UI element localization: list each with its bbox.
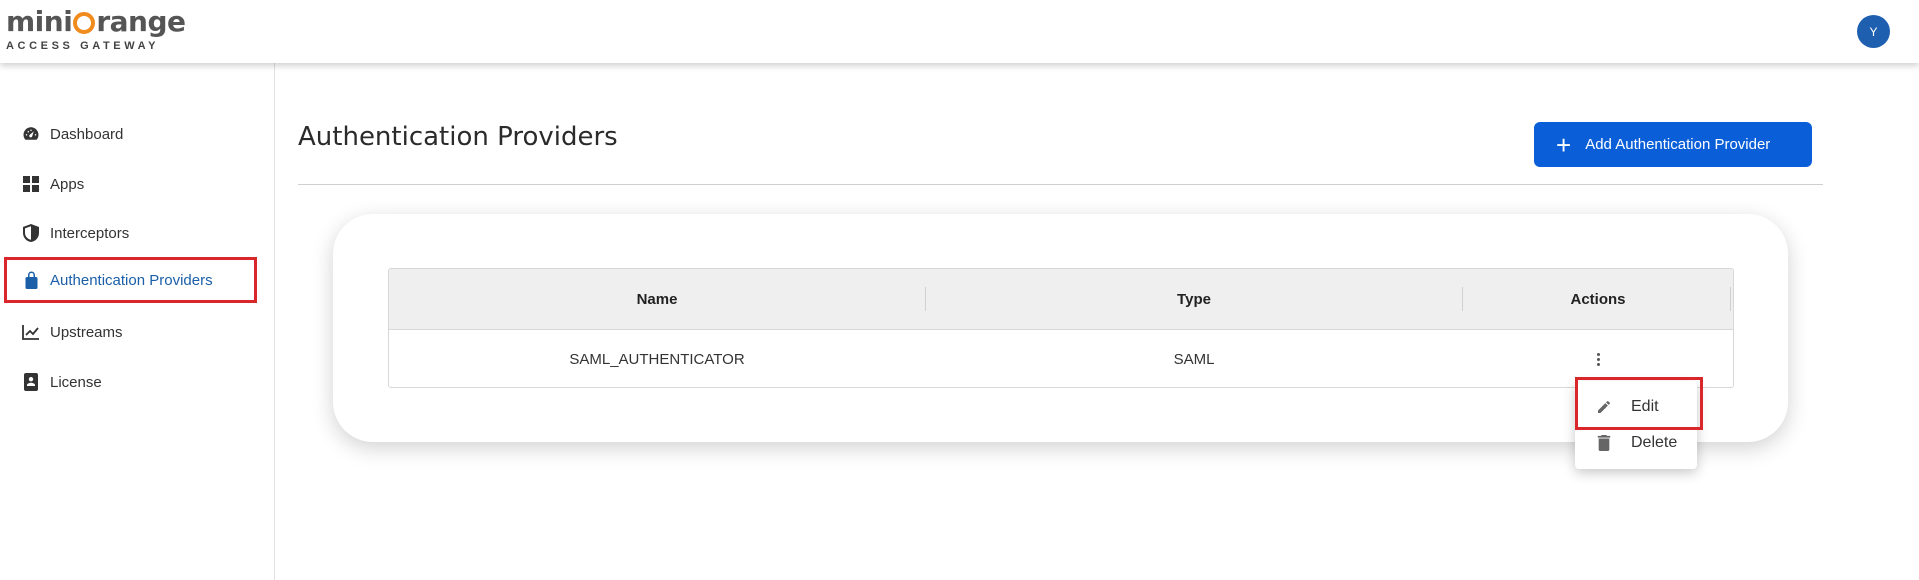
menu-item-delete[interactable]: Delete xyxy=(1575,425,1697,461)
logo-wordmark: mini range xyxy=(6,5,186,38)
license-badge-icon xyxy=(22,373,40,391)
table-header: Name Type Actions xyxy=(389,269,1733,330)
lock-icon xyxy=(22,271,40,289)
sidebar-item-apps[interactable]: Apps xyxy=(4,161,257,207)
column-header-actions: Actions xyxy=(1570,291,1626,308)
logo-text-right: range xyxy=(96,5,186,38)
sidebar-item-upstreams[interactable]: Upstreams xyxy=(4,309,257,355)
user-avatar[interactable]: Y xyxy=(1857,15,1890,48)
title-divider xyxy=(298,184,1823,185)
pencil-icon xyxy=(1595,398,1613,416)
menu-item-label: Delete xyxy=(1631,434,1678,451)
sidebar-item-label: Apps xyxy=(50,175,85,193)
cell-type: SAML xyxy=(1173,350,1215,368)
sidebar-item-interceptors[interactable]: Interceptors xyxy=(4,210,257,256)
logo-subtitle: ACCESS GATEWAY xyxy=(6,40,160,52)
cell-name: SAML_AUTHENTICATOR xyxy=(569,350,745,368)
actions-menu: Edit Delete xyxy=(1575,381,1697,469)
menu-item-edit[interactable]: Edit xyxy=(1575,389,1697,425)
sidebar-item-label: Authentication Providers xyxy=(50,271,213,289)
cell-actions xyxy=(1463,330,1733,387)
page-title: Authentication Providers xyxy=(298,122,618,152)
sidebar-item-authentication-providers[interactable]: Authentication Providers xyxy=(4,257,257,303)
sidebar-item-label: Upstreams xyxy=(50,323,123,341)
sidebar-item-label: Interceptors xyxy=(50,224,130,242)
add-authentication-provider-button[interactable]: + Add Authentication Provider xyxy=(1534,122,1812,167)
logo-o-icon xyxy=(73,12,96,34)
add-button-label: Add Authentication Provider xyxy=(1585,136,1771,153)
menu-item-label: Edit xyxy=(1631,398,1659,415)
dashboard-icon xyxy=(22,125,40,143)
apps-grid-icon xyxy=(22,175,40,193)
miniorange-logo[interactable]: mini range ACCESS GATEWAY xyxy=(6,5,186,53)
column-separator xyxy=(1730,287,1731,311)
sidebar-item-label: License xyxy=(50,373,102,391)
sidebar-item-dashboard[interactable]: Dashboard xyxy=(4,111,257,157)
trending-chart-icon xyxy=(22,323,40,341)
more-vertical-icon[interactable] xyxy=(1586,347,1610,371)
trash-icon xyxy=(1595,434,1613,452)
column-header-type[interactable]: Type xyxy=(926,269,1462,330)
sidebar: Dashboard Apps Interceptors Authenticati… xyxy=(0,63,275,580)
table-row: SAML_AUTHENTICATOR SAML xyxy=(389,330,1733,387)
logo-text-left: mini xyxy=(6,5,73,38)
shield-icon xyxy=(22,224,40,242)
providers-table: Name Type Actions SAML_AUTHENTICATOR SAM… xyxy=(388,268,1734,388)
column-header-name[interactable]: Name xyxy=(389,269,925,330)
sidebar-item-license[interactable]: License xyxy=(4,359,257,405)
top-header: mini range ACCESS GATEWAY Y xyxy=(0,0,1919,63)
sidebar-item-label: Dashboard xyxy=(50,125,124,143)
plus-icon: + xyxy=(1556,129,1572,160)
